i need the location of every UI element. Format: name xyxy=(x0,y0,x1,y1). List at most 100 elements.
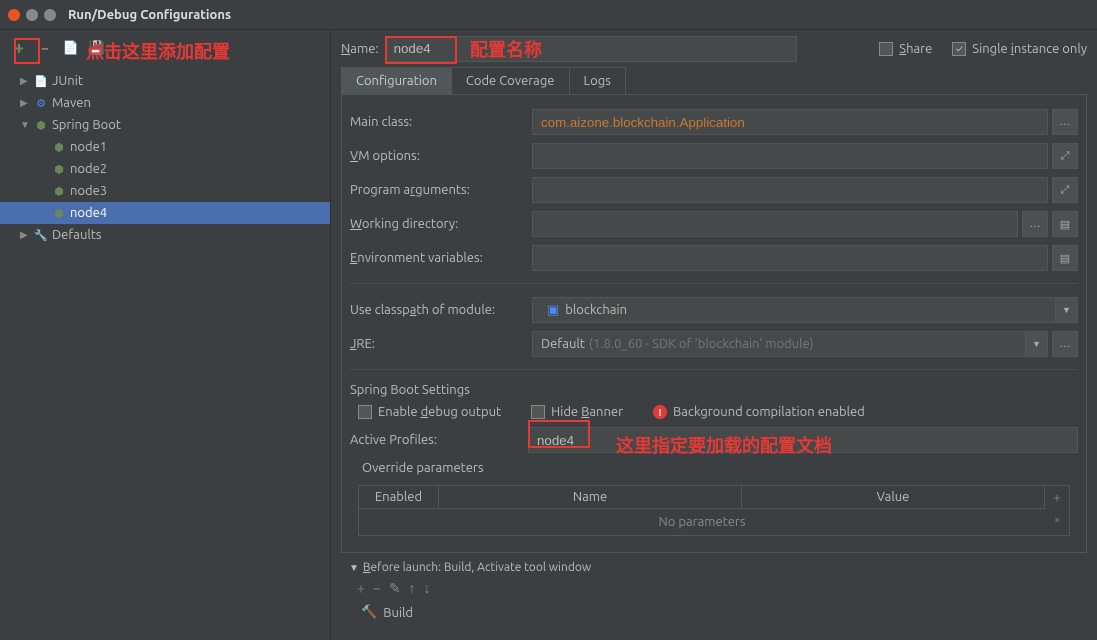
override-params-label: Override parameters xyxy=(342,457,1086,479)
titlebar: Run/Debug Configurations xyxy=(0,0,1097,30)
checkbox-icon xyxy=(358,405,372,419)
override-params-table: Enabled Name Value No parameters + » xyxy=(358,485,1070,536)
add-task-button[interactable]: + xyxy=(357,580,365,597)
browse-working-dir-button[interactable]: … xyxy=(1022,211,1048,237)
build-icon: 🔨 xyxy=(361,605,377,620)
before-launch-title-text: Before launch: Build, Activate tool wind… xyxy=(363,561,591,574)
dropdown-arrow-icon[interactable]: ▼ xyxy=(1026,331,1048,357)
tree-label: Maven xyxy=(52,96,91,110)
tree-node-node3[interactable]: ⬢ node3 xyxy=(0,180,330,202)
env-vars-input[interactable] xyxy=(532,245,1048,271)
tree-label: node2 xyxy=(70,162,107,176)
working-dir-more-button[interactable]: ▤ xyxy=(1052,211,1078,237)
dropdown-arrow-icon[interactable]: ▼ xyxy=(1056,297,1078,323)
expand-vm-options-button[interactable]: ⤢ xyxy=(1052,143,1078,169)
tree-node-node2[interactable]: ⬢ node2 xyxy=(0,158,330,180)
hide-banner-label: Hide Banner xyxy=(551,405,623,419)
vm-options-input[interactable] xyxy=(532,143,1048,169)
edit-task-button[interactable]: ✎ xyxy=(389,580,401,597)
move-up-button[interactable]: ↑ xyxy=(409,580,416,597)
tree-node-node4[interactable]: ⬢ node4 xyxy=(0,202,330,224)
expand-arrow-icon[interactable]: ▶ xyxy=(20,229,32,241)
share-label: Share xyxy=(899,42,932,56)
task-row-build[interactable]: 🔨 Build xyxy=(349,603,1079,622)
add-param-button[interactable]: + xyxy=(1045,486,1069,508)
spring-boot-icon: ⬢ xyxy=(32,119,50,132)
single-instance-checkbox[interactable]: Single instance only xyxy=(952,42,1087,56)
main-class-label: Main class: xyxy=(350,115,532,129)
maximize-window-icon[interactable] xyxy=(44,9,56,21)
tree-label: JUnit xyxy=(52,74,83,88)
build-label: Build xyxy=(383,606,413,620)
before-launch-toggle[interactable]: ▼ Before launch: Build, Activate tool wi… xyxy=(349,561,1079,574)
remove-task-button[interactable]: − xyxy=(373,580,381,597)
bg-compilation-indicator: ! Background compilation enabled xyxy=(653,405,865,419)
working-dir-label: Working directory: xyxy=(350,217,532,231)
tree-node-defaults[interactable]: ▶ 🔧 Defaults xyxy=(0,224,330,246)
add-configuration-button[interactable]: + xyxy=(8,37,30,59)
col-enabled: Enabled xyxy=(359,486,439,508)
remove-configuration-button[interactable]: − xyxy=(34,37,56,59)
browse-main-class-button[interactable]: … xyxy=(1052,109,1078,135)
tab-code-coverage[interactable]: Code Coverage xyxy=(451,67,570,94)
name-row: Name: Share Single instance only xyxy=(341,30,1087,67)
tree-label: Spring Boot xyxy=(52,118,121,132)
enable-debug-checkbox[interactable]: Enable debug output xyxy=(358,405,501,419)
spring-boot-icon: ⬢ xyxy=(50,163,68,176)
sidebar-toolbar: + − 📄 💾 xyxy=(0,30,330,66)
window-title: Run/Debug Configurations xyxy=(68,8,231,22)
edit-env-vars-button[interactable]: ▤ xyxy=(1052,245,1078,271)
tab-logs[interactable]: Logs xyxy=(569,67,626,94)
before-launch-toolbar: + − ✎ ↑ ↓ xyxy=(349,574,1079,603)
configuration-form: Main class: … VM options: ⤢ Program argu… xyxy=(341,95,1087,553)
move-down-button[interactable]: ↓ xyxy=(424,580,431,597)
tree-node-junit[interactable]: ▶ 📄 JUnit xyxy=(0,70,330,92)
vm-options-label: VM options: xyxy=(350,149,532,163)
tab-configuration[interactable]: Configuration xyxy=(341,67,452,95)
collapse-arrow-icon: ▼ xyxy=(349,562,359,574)
name-input[interactable] xyxy=(385,36,797,62)
spring-boot-icon: ⬢ xyxy=(50,141,68,154)
maven-icon: ⚙ xyxy=(32,97,50,110)
classpath-module-select[interactable]: ▣ blockchain xyxy=(532,297,1056,323)
expand-arrow-icon[interactable]: ▶ xyxy=(20,75,32,87)
share-checkbox[interactable]: Share xyxy=(879,42,932,56)
defaults-icon: 🔧 xyxy=(32,229,50,242)
save-configuration-button[interactable]: 💾 xyxy=(86,37,108,59)
expand-program-args-button[interactable]: ⤢ xyxy=(1052,177,1078,203)
module-icon: ▣ xyxy=(547,303,559,318)
tree-label: Defaults xyxy=(52,228,102,242)
tree-node-node1[interactable]: ⬢ node1 xyxy=(0,136,330,158)
warning-icon: ! xyxy=(653,405,667,419)
active-profiles-input[interactable] xyxy=(528,427,1078,453)
spring-boot-icon: ⬢ xyxy=(50,185,68,198)
close-window-icon[interactable] xyxy=(8,9,20,21)
params-header: Enabled Name Value xyxy=(359,486,1045,509)
program-args-label: Program arguments: xyxy=(350,183,532,197)
configuration-tree[interactable]: ▶ 📄 JUnit ▶ ⚙ Maven ▼ ⬢ Spring Boot ⬢ no… xyxy=(0,66,330,640)
tree-node-spring-boot[interactable]: ▼ ⬢ Spring Boot xyxy=(0,114,330,136)
single-instance-label: Single instance only xyxy=(972,42,1087,56)
program-args-input[interactable] xyxy=(532,177,1048,203)
tab-bar: Configuration Code Coverage Logs xyxy=(341,67,1087,95)
active-profiles-label: Active Profiles: xyxy=(350,433,528,447)
collapse-arrow-icon[interactable]: ▼ xyxy=(20,119,32,131)
checkbox-icon xyxy=(531,405,545,419)
classpath-label: Use classpath of module: xyxy=(350,303,532,317)
jre-select[interactable]: Default (1.8.0_60 - SDK of 'blockchain' … xyxy=(532,331,1026,357)
checkbox-icon xyxy=(879,42,893,56)
col-name: Name xyxy=(439,486,742,508)
tree-node-maven[interactable]: ▶ ⚙ Maven xyxy=(0,92,330,114)
expand-params-button[interactable]: » xyxy=(1045,508,1069,530)
checkbox-checked-icon xyxy=(952,42,966,56)
hide-banner-checkbox[interactable]: Hide Banner xyxy=(531,405,623,419)
col-value: Value xyxy=(742,486,1045,508)
content-panel: Name: Share Single instance only Configu… xyxy=(331,30,1097,640)
expand-arrow-icon[interactable]: ▶ xyxy=(20,97,32,109)
main-class-input[interactable] xyxy=(532,109,1048,135)
copy-configuration-button[interactable]: 📄 xyxy=(60,37,82,59)
classpath-module-value: blockchain xyxy=(565,303,627,317)
working-dir-input[interactable] xyxy=(532,211,1018,237)
minimize-window-icon[interactable] xyxy=(26,9,38,21)
browse-jre-button[interactable]: … xyxy=(1052,331,1078,357)
